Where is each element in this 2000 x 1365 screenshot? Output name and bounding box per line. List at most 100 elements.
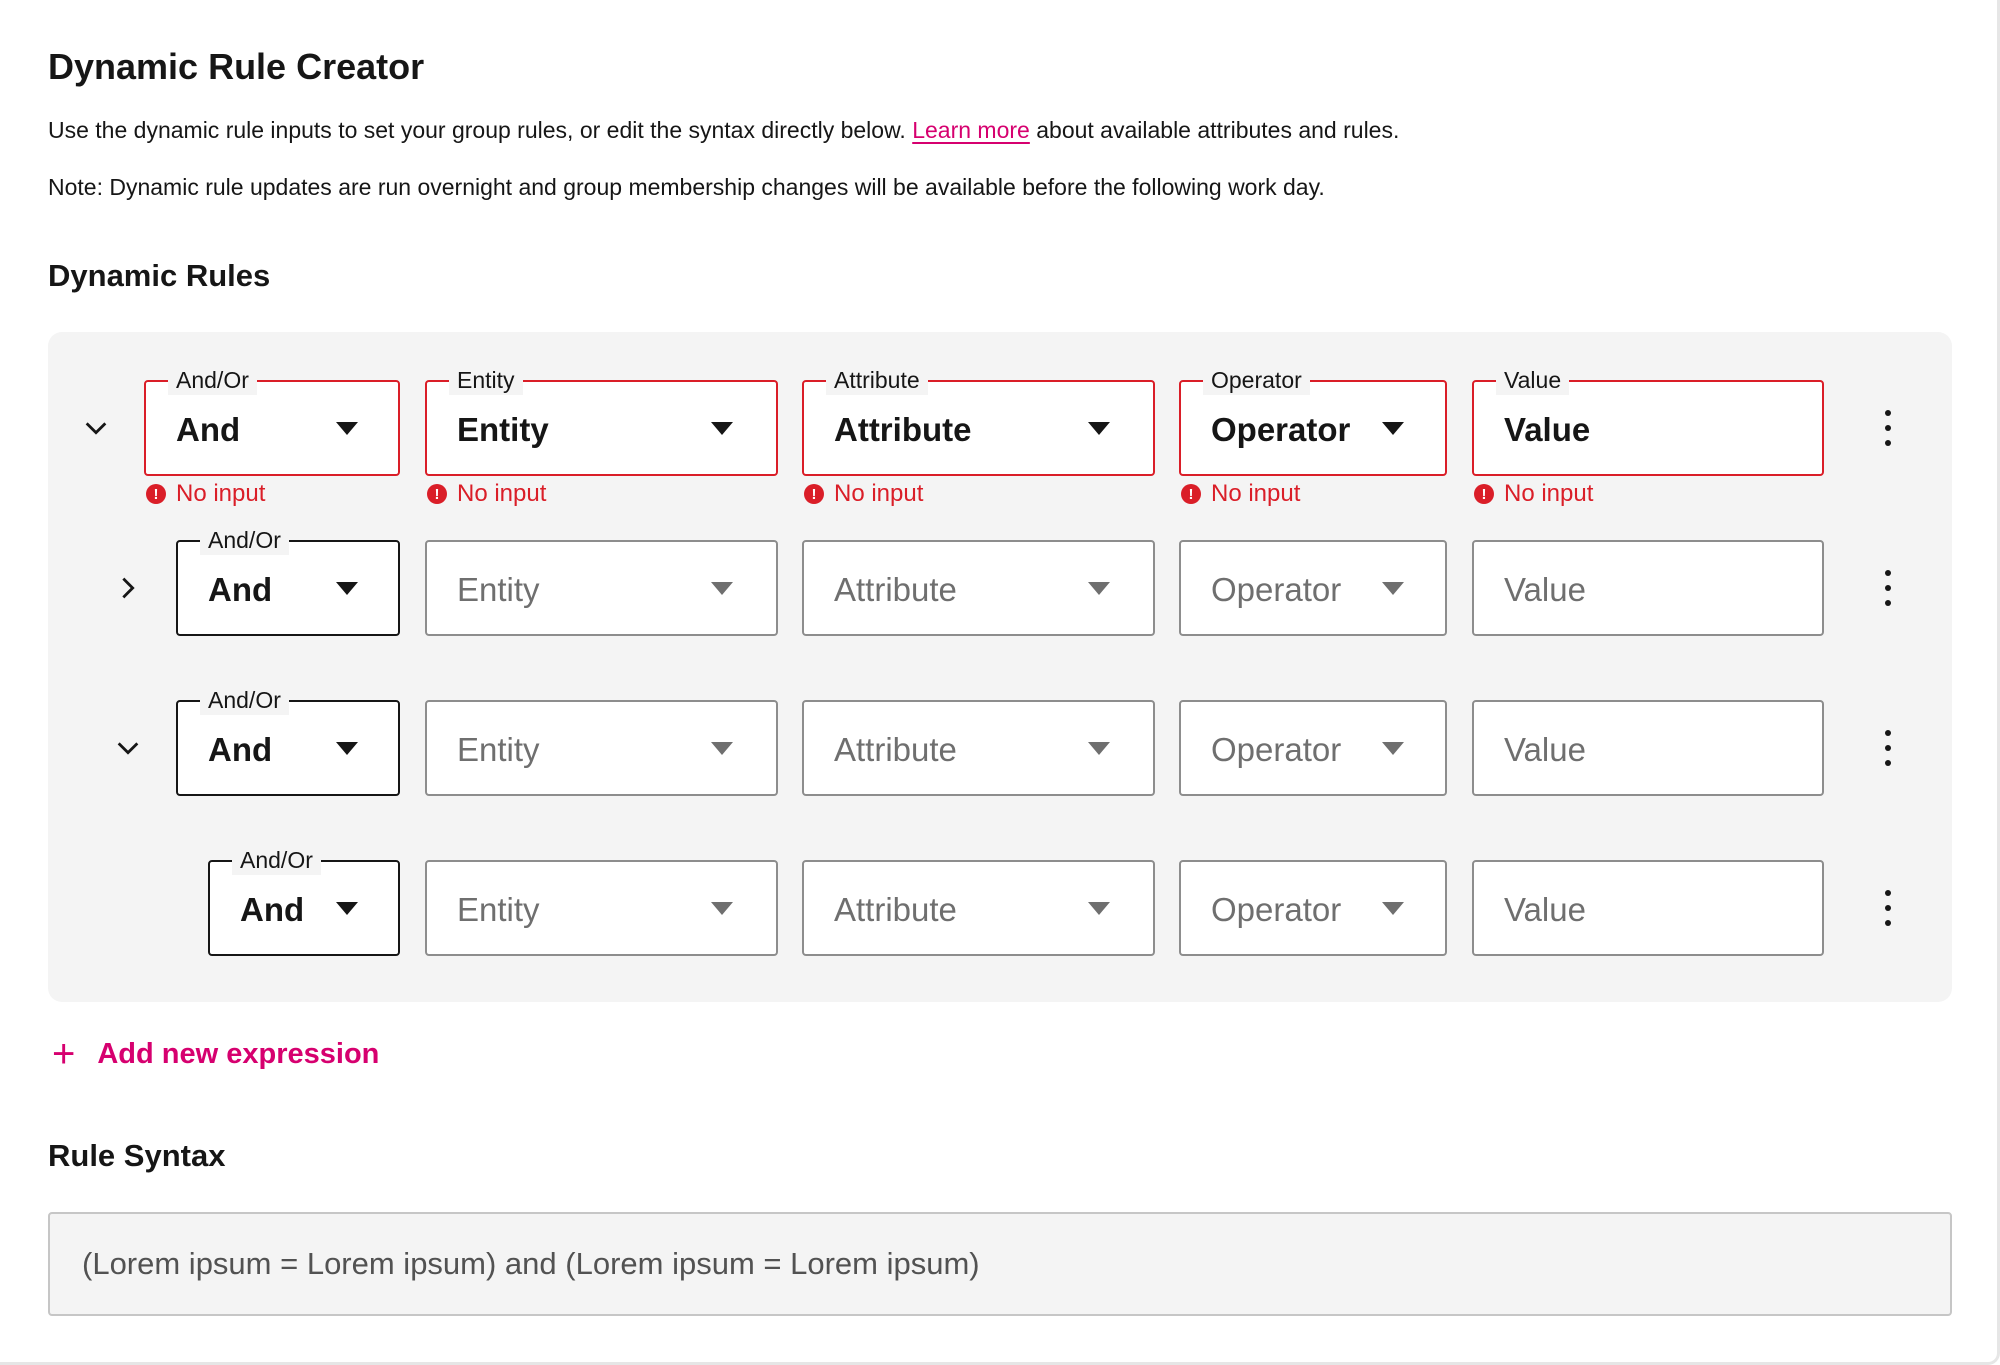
attribute-label: Attribute (826, 365, 928, 395)
rule-syntax-title: Rule Syntax (48, 1138, 226, 1173)
description-text: Use the dynamic rule inputs to set your … (48, 117, 913, 143)
rule-row-4: And/Or And Entity Attribute Operator Val… (48, 845, 1952, 956)
attribute-placeholder: Attribute (834, 571, 957, 608)
andor-value: And (208, 731, 273, 768)
operator-select[interactable]: Operator (1179, 860, 1447, 956)
caret-down-icon (336, 902, 358, 915)
operator-select[interactable]: Operator (1179, 540, 1447, 636)
caret-down-icon (1088, 902, 1110, 915)
value-text: Value (1504, 411, 1591, 448)
operator-label: Operator (1203, 365, 1310, 395)
rule-syntax-textarea[interactable]: (Lorem ipsum = Lorem ipsum) and (Lorem i… (48, 1212, 1952, 1316)
entity-placeholder: Entity (457, 731, 540, 768)
value-placeholder: Value (1504, 891, 1586, 928)
rules-panel: And/Or And ! No input Entity Entity ! No… (48, 332, 1952, 1002)
operator-select[interactable]: Operator Operator (1179, 365, 1447, 476)
entity-placeholder: Entity (457, 891, 540, 928)
attribute-select[interactable]: Attribute (802, 860, 1155, 956)
caret-down-icon (336, 582, 358, 595)
value-input[interactable]: Value (1472, 540, 1824, 636)
add-new-expression-label: Add new expression (97, 1037, 380, 1070)
entity-select[interactable]: Entity (425, 540, 778, 636)
caret-down-icon (1088, 422, 1110, 435)
description-text-end: about available attributes and rules. (1029, 117, 1400, 143)
caret-down-icon (711, 582, 733, 595)
entity-error: ! No input (427, 480, 546, 508)
attribute-select[interactable]: Attribute (802, 700, 1155, 796)
value-placeholder: Value (1504, 571, 1586, 608)
operator-select[interactable]: Operator (1179, 700, 1447, 796)
andor-value: And (176, 411, 241, 448)
page-title: Dynamic Rule Creator (48, 46, 425, 87)
plus-icon: + (52, 1032, 76, 1076)
value-label: Value (1496, 365, 1570, 395)
error-icon: ! (146, 484, 166, 504)
operator-error: ! No input (1181, 480, 1300, 508)
andor-label: And/Or (168, 365, 257, 395)
attribute-select[interactable]: Attribute (802, 540, 1155, 636)
rule-row-2: And/Or And Entity Attribute Operator Val… (48, 525, 1952, 636)
overflow-menu-icon[interactable] (1872, 406, 1904, 450)
caret-down-icon (1382, 422, 1404, 435)
caret-down-icon (336, 422, 358, 435)
note-text: Note: Dynamic rule updates are run overn… (48, 174, 1325, 200)
error-text: No input (1504, 480, 1594, 507)
attribute-placeholder: Attribute (834, 891, 957, 928)
operator-placeholder: Operator (1211, 571, 1342, 608)
chevron-right-icon[interactable] (108, 568, 148, 608)
caret-down-icon (1382, 742, 1404, 755)
error-text: No input (834, 480, 924, 507)
overflow-menu-icon[interactable] (1872, 886, 1904, 930)
attribute-select[interactable]: Attribute Attribute (802, 365, 1155, 476)
andor-select[interactable]: And/Or And (208, 845, 400, 956)
caret-down-icon (711, 902, 733, 915)
andor-error: ! No input (146, 480, 265, 508)
andor-select[interactable]: And/Or And (176, 525, 400, 636)
entity-select[interactable]: Entity (425, 860, 778, 956)
overflow-menu-icon[interactable] (1872, 566, 1904, 610)
entity-select[interactable]: Entity Entity (425, 365, 778, 476)
caret-down-icon (1382, 582, 1404, 595)
andor-label: And/Or (232, 845, 321, 875)
attribute-value: Attribute (834, 411, 972, 448)
caret-down-icon (336, 742, 358, 755)
andor-value: And (208, 571, 273, 608)
error-icon: ! (1474, 484, 1494, 504)
value-input[interactable]: Value (1472, 700, 1824, 796)
andor-select[interactable]: And/Or And (176, 685, 400, 796)
entity-label: Entity (449, 365, 523, 395)
value-input[interactable]: Value (1472, 860, 1824, 956)
rule-row-3: And/Or And Entity Attribute Operator Val… (48, 685, 1952, 796)
andor-label: And/Or (200, 525, 289, 555)
overflow-menu-icon[interactable] (1872, 726, 1904, 770)
andor-select[interactable]: And/Or And (144, 365, 400, 476)
error-text: No input (176, 480, 266, 507)
andor-label: And/Or (200, 685, 289, 715)
operator-placeholder: Operator (1211, 731, 1342, 768)
chevron-down-icon[interactable] (108, 728, 148, 768)
description: Use the dynamic rule inputs to set your … (48, 117, 1399, 144)
value-placeholder: Value (1504, 731, 1586, 768)
chevron-down-icon[interactable] (76, 408, 116, 448)
operator-value: Operator (1211, 411, 1351, 448)
caret-down-icon (1088, 742, 1110, 755)
caret-down-icon (711, 742, 733, 755)
learn-more-link[interactable]: Learn more (912, 117, 1030, 143)
page: Dynamic Rule Creator Use the dynamic rul… (0, 0, 2000, 1365)
operator-placeholder: Operator (1211, 891, 1342, 928)
caret-down-icon (711, 422, 733, 435)
value-input[interactable]: Value Value (1472, 365, 1824, 476)
entity-select[interactable]: Entity (425, 700, 778, 796)
add-new-expression-button[interactable]: + Add new expression (52, 1034, 379, 1074)
error-text: No input (1211, 480, 1301, 507)
error-text: No input (457, 480, 547, 507)
caret-down-icon (1382, 902, 1404, 915)
error-icon: ! (804, 484, 824, 504)
attribute-error: ! No input (804, 480, 923, 508)
attribute-placeholder: Attribute (834, 731, 957, 768)
error-icon: ! (1181, 484, 1201, 504)
value-error: ! No input (1474, 480, 1593, 508)
rule-row-1: And/Or And ! No input Entity Entity ! No… (48, 365, 1952, 507)
andor-value: And (240, 891, 305, 928)
caret-down-icon (1088, 582, 1110, 595)
